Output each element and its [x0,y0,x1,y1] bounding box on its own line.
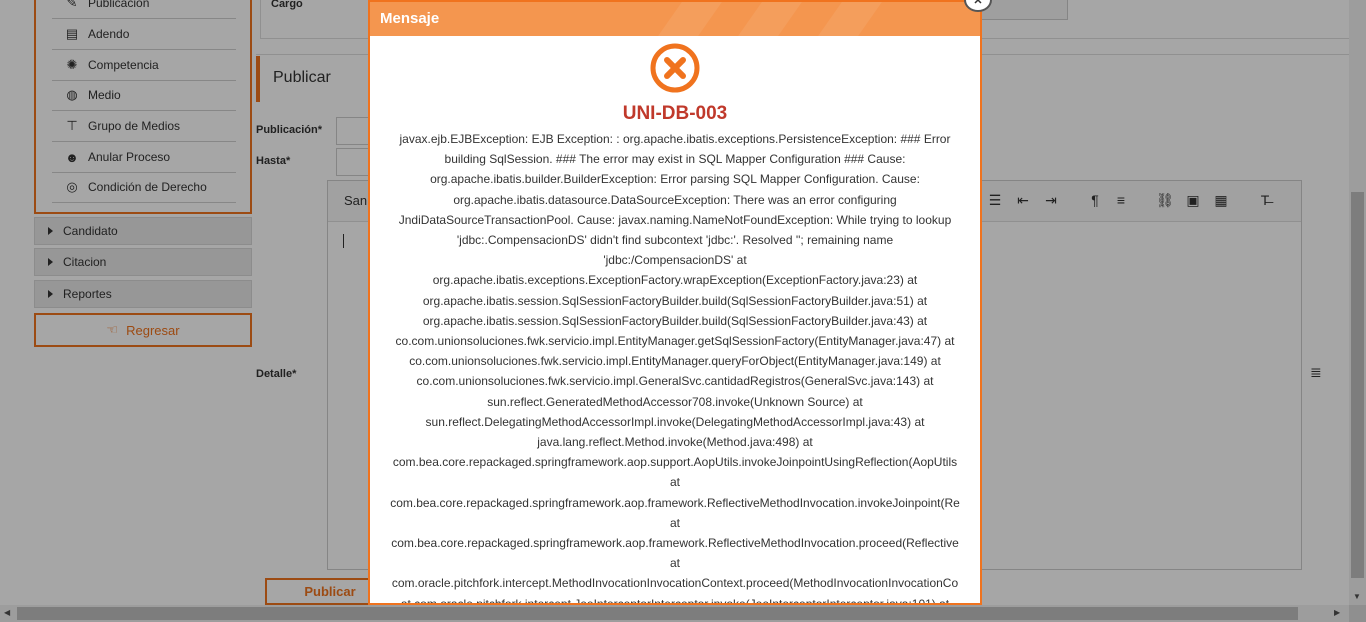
error-message-line: at [669,475,680,490]
dialog-header: Mensaje [370,2,980,36]
error-message-line: com.oracle.pitchfork.intercept.MethodInv… [391,576,959,591]
error-message-line: co.com.unionsoluciones.fwk.servicio.impl… [409,354,941,369]
error-message: javax.ejb.EJBException: EJB Exception: :… [370,129,980,605]
header-decoration [738,2,802,36]
dialog-title: Mensaje [380,10,440,27]
error-dialog: Mensaje UNI-DB-003 javax.ejb.EJBExceptio… [368,0,982,605]
error-message-line: com.bea.core.repackaged.springframework.… [391,536,959,551]
error-code: UNI-DB-003 [622,103,728,124]
error-message-line: com.bea.core.repackaged.springframework.… [390,495,960,510]
error-message-line: JndiDataSourceTransactionPool. Cause: ja… [398,212,952,227]
error-icon [650,43,700,93]
error-message-line: 'jdbc:.CompensacionDS' didn't find subco… [456,233,894,248]
error-message-line: at [669,556,680,571]
error-message-line: com.bea.core.repackaged.springframework.… [392,455,958,470]
error-message-line: 'jdbc:/CompensacionDS' at [603,253,747,268]
header-decoration [818,2,882,36]
error-message-line: org.apache.ibatis.builder.BuilderExcepti… [430,172,920,187]
error-message-line: org.apache.ibatis.exceptions.ExceptionFa… [432,273,918,288]
error-message-line: org.apache.ibatis.datasource.DataSourceE… [453,192,897,207]
error-message-line: building SqlSession. ### The error may e… [444,152,906,167]
error-message-line: at com.oracle.pitchfork.intercept.JeeInt… [400,596,950,605]
header-decoration [658,2,722,36]
error-message-line: org.apache.ibatis.session.SqlSessionFact… [422,293,928,308]
close-icon: ✕ [973,0,983,7]
error-message-line: sun.reflect.GeneratedMethodAccessor708.i… [487,394,863,409]
error-message-line: at [669,515,680,530]
error-message-line: sun.reflect.DelegatingMethodAccessorImpl… [425,414,925,429]
error-message-line: org.apache.ibatis.session.SqlSessionFact… [422,313,928,328]
error-message-line: co.com.unionsoluciones.fwk.servicio.impl… [416,374,934,389]
error-message-line: javax.ejb.EJBException: EJB Exception: :… [399,132,951,146]
error-message-line: java.lang.reflect.Method.invoke(Method.j… [537,435,813,450]
error-message-line: co.com.unionsoluciones.fwk.servicio.impl… [395,334,955,349]
